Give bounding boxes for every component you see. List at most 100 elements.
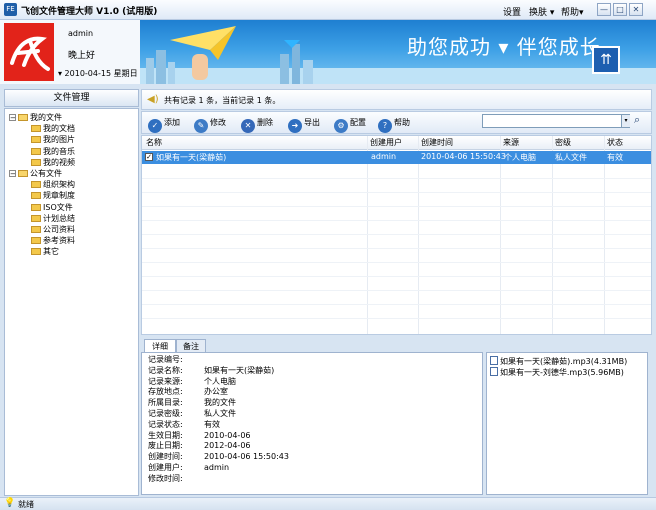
status-text: 就绪 [18, 500, 34, 509]
cell-secret: 私人文件 [555, 153, 587, 162]
tab-detail[interactable]: 详细 [144, 339, 176, 353]
detail-label: 废止日期: [148, 441, 183, 451]
close-button[interactable]: ✕ [629, 3, 643, 16]
edit-button[interactable]: ✎ 修改 [194, 115, 226, 133]
tree-item-label: ISO文件 [43, 202, 73, 212]
folder-icon [31, 203, 41, 211]
detail-value: 2012-04-06 [204, 441, 251, 451]
detail-value: 私人文件 [204, 409, 236, 418]
title-bar: FE 飞创文件管理大师 V1.0 (试用版) 设置 换肤 ▾ 帮助▾ — □ ✕ [0, 0, 656, 20]
tree-item[interactable]: ISO文件 [31, 203, 73, 213]
detail-value: admin [204, 463, 230, 472]
delete-button[interactable]: ✕ 删除 [241, 115, 273, 133]
detail-label: 修改时间: [148, 473, 183, 483]
tree-item-label: 计划总结 [43, 213, 75, 223]
folder-icon [31, 125, 41, 133]
col-status[interactable]: 状态 [607, 137, 623, 148]
tree-item[interactable]: 我的音乐 [31, 147, 75, 157]
detail-label: 记录密级: [148, 409, 183, 418]
tree-item-label: 我的文档 [43, 124, 75, 134]
detail-value: 如果有一天(梁静茹) [204, 365, 275, 375]
tree-item[interactable]: 组织架构 [31, 180, 75, 190]
minimize-button[interactable]: — [597, 3, 611, 16]
add-button[interactable]: ✓ 添加 [148, 115, 180, 133]
export-button[interactable]: ➜ 导出 [288, 115, 320, 133]
file-name: 如果有一天-刘德华.mp3(5.96MB) [500, 368, 624, 377]
banner-slogan: 助您成功 ▾ 伴您成长 [407, 35, 601, 59]
folder-icon [18, 170, 28, 177]
collapse-icon[interactable]: − [9, 114, 16, 122]
reset-button[interactable]: ⚙ 配置 [334, 115, 366, 133]
folder-tree[interactable]: − 我的文件我的文档 我的图片 我的音乐 我的视频 − 公有文件组织架构 规章制度 ISO文件计… [4, 108, 139, 496]
detail-value: 办公室 [204, 387, 228, 397]
tree-item[interactable]: 我的图片 [31, 135, 75, 145]
search-dropdown-chevron-down-icon[interactable]: ▾ [621, 115, 630, 127]
cell-time: 2010-04-06 15:50:43 [421, 152, 506, 161]
col-user[interactable]: 创建用户 [370, 137, 402, 148]
tree-item[interactable]: 我的视频 [31, 158, 75, 168]
tree-item-label: 公有文件 [30, 169, 62, 178]
tree-item[interactable]: 计划总结 [31, 214, 75, 224]
detail-tabs: 详细 备注 [141, 339, 483, 353]
tree-item-label: 我的文件 [30, 113, 62, 122]
table-header: 名称 创建用户 创建时间 来源 密级 状态 [142, 136, 651, 150]
detail-label: 生效日期: [148, 430, 183, 440]
col-source[interactable]: 来源 [503, 137, 519, 148]
detail-value: 我的文件 [204, 398, 236, 408]
tree-item-label: 公司资料 [43, 225, 75, 234]
folder-icon [31, 181, 41, 189]
cell-status: 有效 [607, 153, 623, 162]
audio-file-icon [490, 367, 498, 376]
folder-icon [31, 158, 41, 166]
detail-label: 记录状态: [148, 419, 183, 429]
collapse-icon[interactable]: − [9, 170, 16, 178]
folder-icon [31, 136, 41, 144]
col-time[interactable]: 创建时间 [421, 137, 453, 148]
row-checkbox[interactable]: ✓ [145, 153, 153, 161]
folder-icon [18, 114, 28, 121]
sidebar-title: 文件管理 [4, 89, 139, 107]
help-button[interactable]: ? 帮助 [378, 115, 410, 133]
detail-value: 2010-04-06 [204, 430, 251, 440]
tree-item[interactable]: 公司资料 [31, 225, 75, 235]
tree-item[interactable]: 规章制度 [31, 191, 75, 201]
list-item[interactable]: 如果有一天-刘德华.mp3(5.96MB) [490, 367, 624, 378]
tree-item[interactable]: 我的文档 [31, 124, 75, 134]
gear-icon: ⚙ [334, 119, 348, 133]
attachment-list: 如果有一天(梁静茹).mp3(4.31MB) 如果有一天-刘德华.mp3(5.96… [486, 352, 648, 495]
tree-item[interactable]: 参考资料 [31, 236, 75, 246]
detail-label: 创建时间: [148, 452, 183, 462]
app-logo [4, 23, 54, 81]
tree-item-label: 规章制度 [43, 191, 75, 201]
tree-item[interactable]: 其它 [31, 247, 59, 257]
cell-source: 个人电脑 [504, 153, 536, 162]
menu-settings[interactable]: 设置 [503, 5, 521, 18]
edit-icon: ✎ [194, 119, 208, 133]
menu-skin[interactable]: 换肤 ▾ [529, 5, 554, 18]
tab-note[interactable]: 备注 [176, 339, 206, 353]
table-row[interactable]: ✓ 如果有一天(梁静茹) admin 2010-04-06 15:50:43 个… [142, 151, 651, 164]
search-icon[interactable]: ⌕ [634, 113, 646, 129]
add-icon: ✓ [148, 119, 162, 133]
current-date: ▾ 2010-04-15 星期日 [58, 69, 138, 78]
tree-item-label: 我的视频 [43, 157, 75, 167]
menu-help[interactable]: 帮助▾ [561, 5, 584, 18]
folder-icon [31, 192, 41, 200]
col-name[interactable]: 名称 [146, 137, 162, 148]
restore-button[interactable]: □ [613, 3, 627, 16]
file-name: 如果有一天(梁静茹).mp3(4.31MB) [500, 357, 628, 366]
detail-label: 存放地点: [148, 387, 183, 397]
col-secret[interactable]: 密级 [555, 137, 571, 148]
list-item[interactable]: 如果有一天(梁静茹).mp3(4.31MB) [490, 356, 627, 367]
tree-item[interactable]: − 我的文件 [9, 113, 62, 123]
detail-panel: 记录编号: 记录名称: 如果有一天(梁静茹) 记录来源: 个人电脑 存放地点: 办公室 所属目… [141, 352, 483, 495]
detail-label: 创建用户: [148, 463, 183, 472]
tree-item[interactable]: − 公有文件 [9, 169, 62, 179]
detail-label: 记录编号: [148, 355, 183, 364]
help-icon: ? [378, 119, 392, 133]
record-count-text: 共有记录 1 条，当前记录 1 条。 [164, 96, 281, 105]
tree-item-label: 我的音乐 [43, 146, 75, 156]
delete-icon: ✕ [241, 119, 255, 133]
tree-item-label: 组织架构 [43, 180, 75, 190]
search-input[interactable] [482, 114, 630, 128]
